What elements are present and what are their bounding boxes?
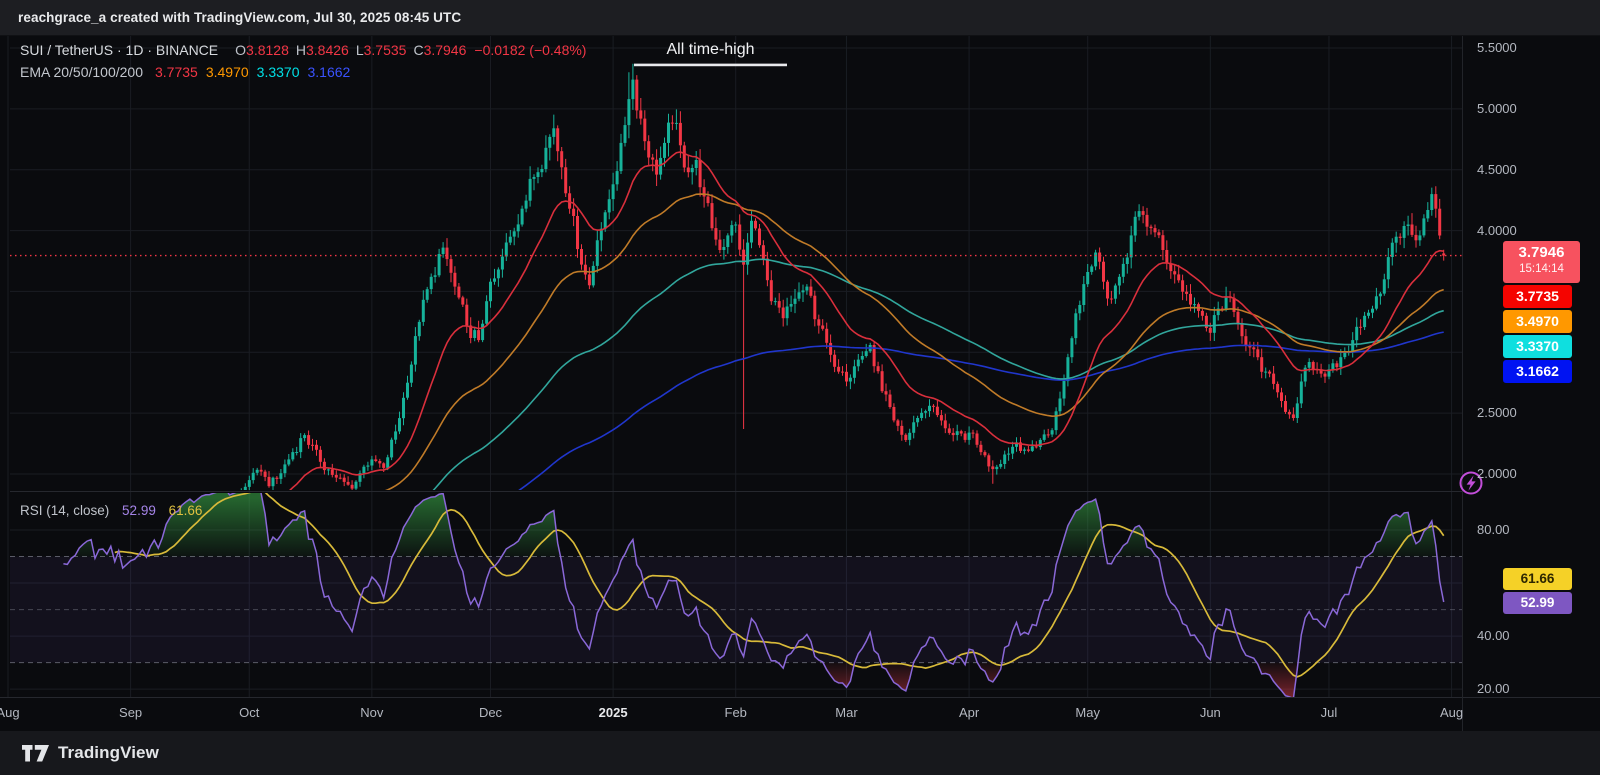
last-price-badge: 3.7946 15:14:14: [1503, 241, 1580, 283]
up-wicks: [241, 64, 1432, 505]
chart-legend: SUI / TetherUS · 1D · BINANCE O 3.8128 H…: [20, 40, 586, 83]
chart-graphics: [0, 0, 1600, 775]
rsi-value-badge: 52.99: [1503, 592, 1572, 614]
tradingview-wordmark[interactable]: TradingView: [58, 743, 159, 763]
attribution-text: reachgrace_a created with TradingView.co…: [18, 10, 461, 25]
time-axis-label: Aug: [0, 705, 20, 720]
time-axis-label: Aug: [1440, 705, 1463, 720]
high-value: 3.8426: [306, 40, 349, 61]
time-axis-label: Jun: [1200, 705, 1221, 720]
rsi-overbought-fill: [1367, 512, 1438, 556]
time-axis-label: Sep: [119, 705, 142, 720]
price-axis-label: 4.0000: [1477, 223, 1517, 238]
rsi-axis-label: 40.00: [1477, 628, 1510, 643]
time-axis-label: Feb: [725, 705, 747, 720]
rsi-indicator-label[interactable]: RSI (14, close): [20, 503, 109, 518]
ema20-badge: 3.7735: [1503, 285, 1572, 308]
low-label: L: [356, 40, 364, 61]
rsi-axis-label: 80.00: [1477, 522, 1510, 537]
ema200-value: 3.1662: [307, 62, 350, 83]
all-time-high-label: All time-high: [634, 41, 787, 59]
symbol-legend-row: SUI / TetherUS · 1D · BINANCE O 3.8128 H…: [20, 40, 586, 61]
time-axis-label: Mar: [835, 705, 857, 720]
rsi-legend-row: RSI (14, close) 52.99 61.66: [20, 503, 202, 518]
rsi-value: 52.99: [122, 503, 156, 518]
close-label: C: [413, 40, 423, 61]
rsi-oversold-fill: [1256, 663, 1300, 699]
open-value: 3.8128: [246, 40, 289, 61]
attribution-bar: reachgrace_a created with TradingView.co…: [0, 0, 1600, 36]
price-axis-label: 4.5000: [1477, 162, 1517, 177]
bar-countdown: 15:14:14: [1503, 262, 1580, 276]
price-axis[interactable]: 3.7946 15:14:14 3.7735 3.4970 3.3370 3.1…: [1462, 35, 1600, 731]
footer-bar: TradingView: [0, 731, 1600, 775]
time-axis-label: May: [1075, 705, 1100, 720]
all-time-high-line: [634, 64, 787, 67]
time-axis-label: Oct: [239, 705, 259, 720]
tradingview-logo-icon[interactable]: [22, 745, 50, 762]
ema100-badge: 3.3370: [1503, 335, 1572, 358]
ema20-value: 3.7735: [155, 62, 198, 83]
price-axis-label: 2.0000: [1477, 466, 1517, 481]
candlesticks: [240, 80, 1445, 501]
ema100-value: 3.3370: [257, 62, 300, 83]
symbol-title[interactable]: SUI / TetherUS · 1D · BINANCE: [20, 40, 218, 61]
rsi-ma-value: 61.66: [169, 503, 203, 518]
high-label: H: [296, 40, 306, 61]
time-axis-label: 2025: [599, 705, 628, 720]
time-axis-label: Jul: [1321, 705, 1338, 720]
close-value: 3.7946: [424, 40, 467, 61]
price-axis-label: 5.5000: [1477, 40, 1517, 55]
last-price-value: 3.7946: [1503, 243, 1580, 262]
change-value: −0.0182 (−0.48%): [474, 40, 586, 61]
ema200-badge: 3.1662: [1503, 360, 1572, 383]
price-axis-label: 2.5000: [1477, 405, 1517, 420]
rsi-overbought-fill: [394, 494, 457, 557]
price-axis-label: 5.0000: [1477, 101, 1517, 116]
rsi-axis-label: 20.00: [1477, 681, 1510, 696]
time-axis-label: Nov: [360, 705, 383, 720]
ema-legend-row: EMA 20/50/100/200 3.7735 3.4970 3.3370 3…: [20, 62, 586, 83]
time-axis-label: Dec: [479, 705, 502, 720]
time-axis-label: Apr: [959, 705, 979, 720]
ema50-value: 3.4970: [206, 62, 249, 83]
time-axis[interactable]: Aug Sep Oct Nov Dec 2025 Feb Mar Apr May Jun Jul Aug: [0, 698, 1600, 731]
ema50-badge: 3.4970: [1503, 310, 1572, 333]
low-value: 3.7535: [364, 40, 407, 61]
open-label: O: [235, 40, 246, 61]
rsi-ma-badge: 61.66: [1503, 568, 1572, 590]
ema-indicator-label[interactable]: EMA 20/50/100/200: [20, 62, 143, 83]
